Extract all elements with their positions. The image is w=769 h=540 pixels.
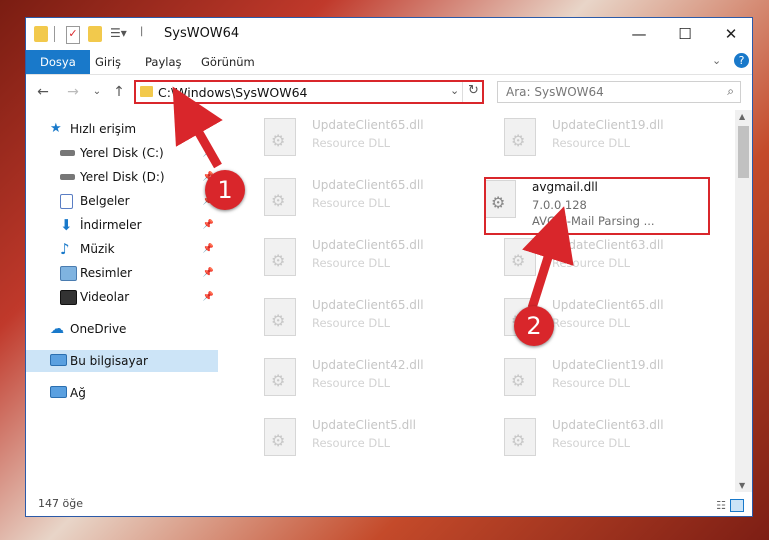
arrow-2 (522, 206, 574, 310)
step-1-badge: 1 (205, 170, 245, 210)
arrow-1 (172, 86, 223, 169)
annotation-arrows (172, 86, 574, 310)
step-2-badge: 2 (514, 306, 554, 346)
